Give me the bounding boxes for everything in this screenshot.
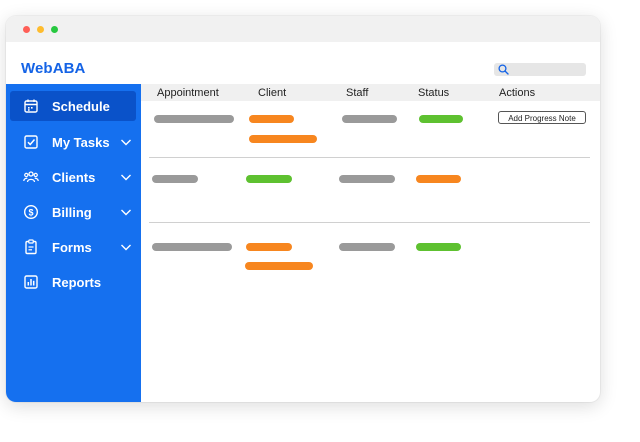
- sidebar: Schedule My Tasks Clients $ Billing Form…: [6, 84, 141, 402]
- sidebar-item-label: Billing: [52, 205, 92, 220]
- table-header: Appointment Client Staff Status Actions: [141, 84, 600, 101]
- app-window: WebABA Schedule My Tasks Clients $ Billi…: [6, 16, 600, 402]
- sidebar-item-billing[interactable]: $ Billing: [10, 197, 136, 227]
- appointment-placeholder: [152, 243, 232, 251]
- status-badge: [416, 243, 461, 251]
- chevron-down-icon[interactable]: [120, 207, 132, 217]
- app-logo: WebABA: [21, 60, 86, 77]
- dollar-circle-icon: $: [23, 204, 39, 220]
- close-window-dot[interactable]: [23, 26, 30, 33]
- bar-chart-icon: [24, 275, 38, 289]
- sidebar-item-schedule[interactable]: Schedule: [10, 91, 136, 121]
- appointment-placeholder: [152, 175, 198, 183]
- clipboard-icon: [25, 239, 37, 255]
- staff-placeholder: [342, 115, 397, 123]
- sidebar-item-reports[interactable]: Reports: [10, 267, 136, 297]
- chevron-down-icon[interactable]: [120, 242, 132, 252]
- column-header-status[interactable]: Status: [418, 87, 449, 99]
- sidebar-item-forms[interactable]: Forms: [10, 232, 136, 262]
- minimize-window-dot[interactable]: [37, 26, 44, 33]
- chevron-down-icon[interactable]: [120, 137, 132, 147]
- client-placeholder: [249, 135, 317, 143]
- sidebar-item-clients[interactable]: Clients: [10, 162, 136, 192]
- calendar-icon: [24, 99, 38, 113]
- users-icon: [23, 171, 39, 183]
- sidebar-item-my-tasks[interactable]: My Tasks: [10, 127, 136, 157]
- staff-placeholder: [339, 243, 395, 251]
- sidebar-item-label: Schedule: [52, 99, 110, 114]
- status-badge: [419, 115, 463, 123]
- column-header-staff[interactable]: Staff: [346, 87, 368, 99]
- checkbox-icon: [24, 135, 38, 149]
- sidebar-item-label: Reports: [52, 275, 102, 290]
- svg-text:$: $: [28, 207, 33, 217]
- window-titlebar: [6, 16, 600, 42]
- client-placeholder: [249, 115, 294, 123]
- row-divider: [149, 157, 590, 158]
- search-input[interactable]: [494, 63, 586, 76]
- sidebar-item-label: Forms: [52, 240, 92, 255]
- sidebar-item-label: Clients: [52, 170, 96, 185]
- status-badge: [416, 175, 461, 183]
- maximize-window-dot[interactable]: [51, 26, 58, 33]
- sidebar-item-label: My Tasks: [52, 135, 110, 150]
- staff-placeholder: [339, 175, 395, 183]
- column-header-actions[interactable]: Actions: [499, 87, 535, 99]
- column-header-appointment[interactable]: Appointment: [157, 87, 219, 99]
- row-divider: [149, 222, 590, 223]
- client-placeholder: [246, 243, 292, 251]
- client-placeholder: [246, 175, 292, 183]
- search-icon: [498, 64, 509, 75]
- client-placeholder: [245, 262, 313, 270]
- column-header-client[interactable]: Client: [258, 87, 286, 99]
- chevron-down-icon[interactable]: [120, 172, 132, 182]
- appointment-placeholder: [154, 115, 234, 123]
- add-progress-note-button[interactable]: Add Progress Note: [498, 111, 586, 124]
